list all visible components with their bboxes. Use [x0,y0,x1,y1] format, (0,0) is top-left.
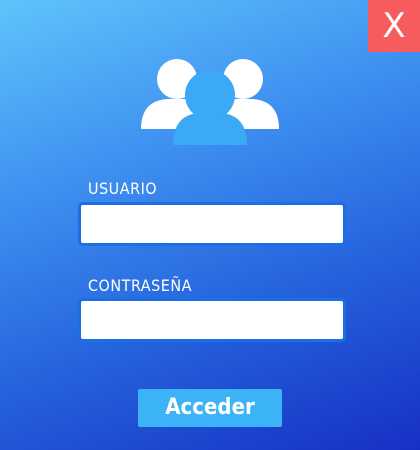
username-field[interactable] [78,202,346,246]
users-group-icon [141,59,279,145]
password-field[interactable] [78,298,346,342]
username-label: USUARIO [88,179,158,198]
close-button[interactable]: X [368,0,420,52]
password-label: CONTRASEÑA [88,276,192,295]
submit-button[interactable]: Acceder [138,389,282,427]
